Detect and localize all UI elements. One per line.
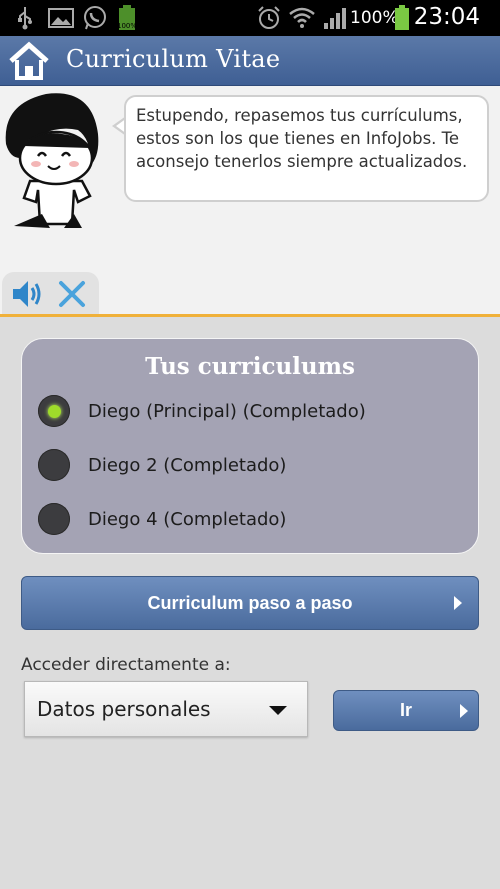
chevron-right-icon — [454, 596, 462, 610]
clock: 23:04 — [413, 4, 480, 30]
assistant-controls — [2, 272, 99, 314]
go-button[interactable]: Ir — [333, 690, 479, 731]
title-bar: Curriculum Vitae — [0, 36, 500, 86]
home-icon — [9, 41, 49, 80]
assistant-area: Estupendo, repasemos tus currículums, es… — [0, 86, 500, 314]
close-button[interactable] — [56, 278, 88, 310]
curriculum-wizard-label: Curriculum paso a paso — [147, 592, 353, 613]
section-select[interactable]: Datos personales — [24, 681, 308, 737]
radio-button-selected[interactable] — [38, 395, 70, 427]
usb-icon — [14, 6, 36, 30]
battery-small-label: 100% — [116, 22, 137, 30]
page-title: Curriculum Vitae — [66, 45, 281, 73]
jump-label: Acceder directamente a: — [21, 655, 231, 675]
go-button-label: Ir — [399, 700, 412, 720]
main-content: Tus curriculums Diego (Principal) (Compl… — [0, 317, 500, 889]
assistant-avatar — [0, 86, 110, 236]
close-icon — [59, 281, 85, 307]
curriculum-wizard-button[interactable]: Curriculum paso a paso — [21, 576, 479, 630]
battery-percent: 100% — [350, 8, 399, 28]
home-button[interactable] — [4, 39, 54, 83]
status-bar: 100% 100% 23:04 — [0, 0, 500, 36]
cv-option-1[interactable]: Diego 2 (Completado) — [38, 445, 458, 485]
cv-list-panel: Tus curriculums Diego (Principal) (Compl… — [21, 338, 479, 554]
chevron-right-icon — [460, 703, 468, 718]
cv-option-label: Diego (Principal) (Completado) — [88, 400, 366, 422]
image-icon — [48, 6, 74, 30]
cv-option-label: Diego 4 (Completado) — [88, 508, 287, 530]
cv-option-label: Diego 2 (Completado) — [88, 454, 287, 476]
wifi-icon — [288, 6, 316, 30]
speaker-button[interactable] — [10, 278, 44, 310]
alarm-icon — [256, 6, 282, 30]
battery-icon — [393, 5, 411, 30]
cv-list-title: Tus curriculums — [145, 353, 355, 380]
dropdown-caret-icon — [269, 706, 287, 715]
section-select-value: Datos personales — [37, 697, 211, 721]
assistant-message: Estupendo, repasemos tus currículums, es… — [124, 95, 489, 202]
cv-option-0[interactable]: Diego (Principal) (Completado) — [38, 391, 458, 431]
radio-button[interactable] — [38, 503, 70, 535]
signal-icon — [322, 6, 348, 30]
radio-button[interactable] — [38, 449, 70, 481]
whatsapp-icon — [82, 6, 108, 30]
cv-option-2[interactable]: Diego 4 (Completado) — [38, 499, 458, 539]
speaker-icon — [13, 281, 41, 307]
